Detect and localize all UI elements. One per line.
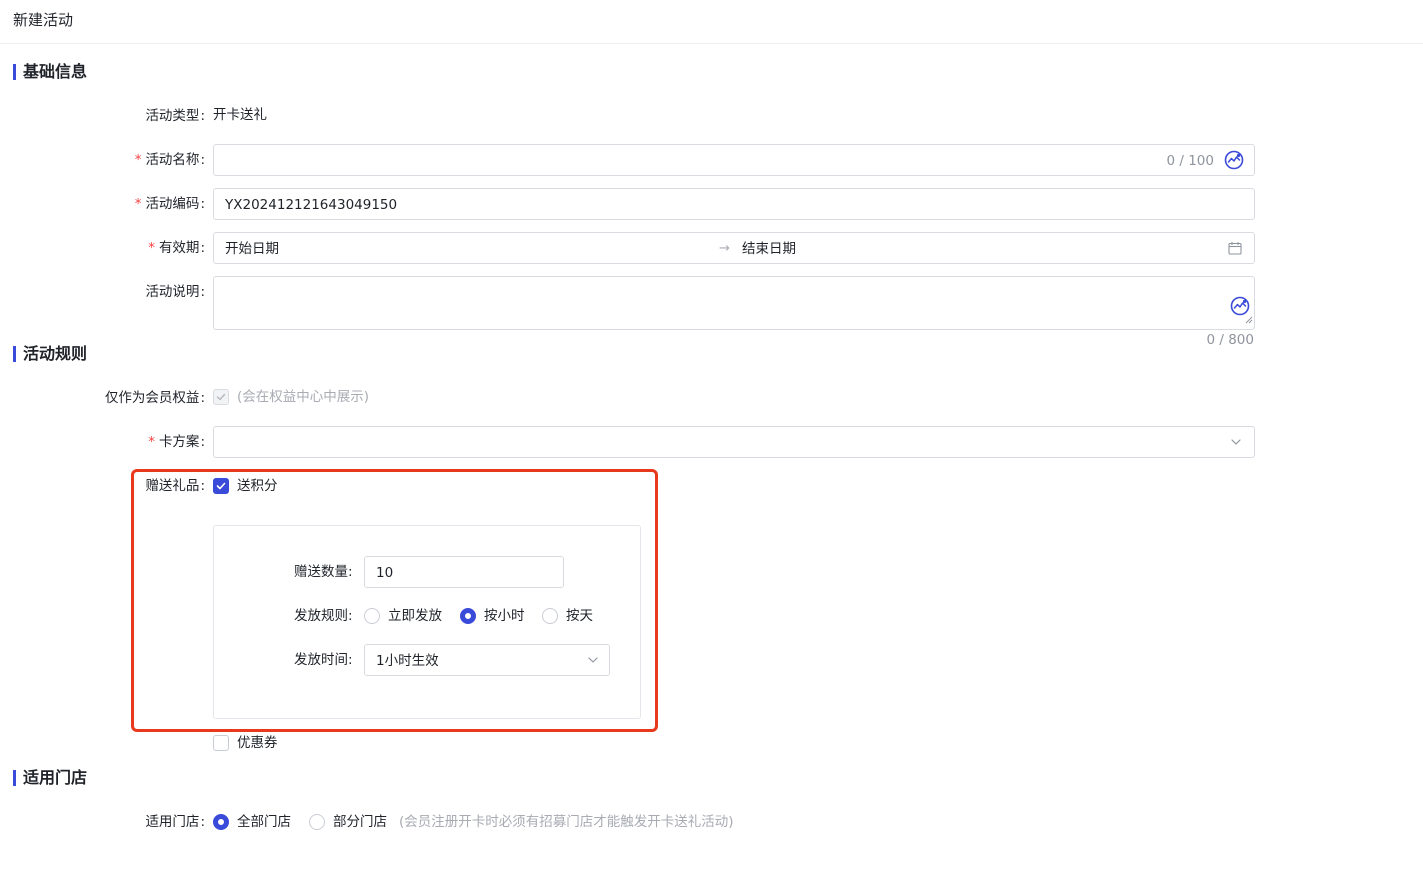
- store-radio-partial[interactable]: [309, 814, 325, 830]
- name-label: * 活动名称:: [134, 152, 205, 168]
- code-input[interactable]: YX202412121643049150: [213, 188, 1255, 220]
- type-value: 开卡送礼: [213, 107, 267, 123]
- period-range-picker[interactable]: 开始日期 → 结束日期: [213, 232, 1255, 264]
- start-date-input[interactable]: 开始日期: [225, 239, 279, 259]
- store-hint: (会员注册开卡时必须有招募门店才能触发开卡送礼活动): [399, 814, 734, 830]
- resize-handle-icon[interactable]: [1245, 312, 1253, 328]
- store-option-all[interactable]: 全部门店: [237, 812, 291, 832]
- desc-label: 活动说明:: [145, 284, 205, 300]
- name-input[interactable]: 0 / 100: [213, 144, 1255, 176]
- section-title-basic: 基础信息: [13, 62, 87, 82]
- code-value: YX202412121643049150: [225, 197, 398, 213]
- section-title-stores: 适用门店: [13, 768, 87, 788]
- desc-textarea[interactable]: [213, 276, 1255, 330]
- card-plan-label: * 卡方案:: [148, 434, 205, 450]
- coupon-checkbox[interactable]: [213, 735, 229, 751]
- chevron-down-icon: [1230, 436, 1242, 452]
- code-label: * 活动编码:: [134, 196, 205, 212]
- page-header: 新建活动: [0, 0, 1423, 44]
- type-label: 活动类型:: [145, 108, 205, 124]
- member-only-hint: (会在权益中心中展示): [237, 389, 370, 405]
- check-icon: [216, 393, 226, 401]
- coupon-label[interactable]: 优惠券: [237, 733, 278, 753]
- name-counter: 0 / 100: [1166, 153, 1215, 169]
- card-plan-select[interactable]: [213, 426, 1255, 458]
- calendar-icon[interactable]: [1228, 241, 1242, 259]
- member-only-label: 仅作为会员权益:: [104, 390, 205, 406]
- period-label: * 有效期:: [148, 240, 205, 256]
- desc-counter: 0 / 800: [1206, 332, 1255, 348]
- store-label: 适用门店:: [145, 814, 205, 830]
- end-date-input[interactable]: 结束日期: [742, 239, 796, 259]
- page-title: 新建活动: [13, 11, 74, 29]
- arrow-right-icon: →: [719, 241, 730, 256]
- store-option-partial[interactable]: 部分门店: [333, 812, 387, 832]
- store-radio-all[interactable]: [213, 814, 229, 830]
- ai-assist-icon[interactable]: [1224, 150, 1244, 170]
- member-only-checkbox[interactable]: [213, 389, 229, 405]
- section-title-rules: 活动规则: [13, 344, 87, 364]
- highlight-annotation-box: [131, 469, 658, 732]
